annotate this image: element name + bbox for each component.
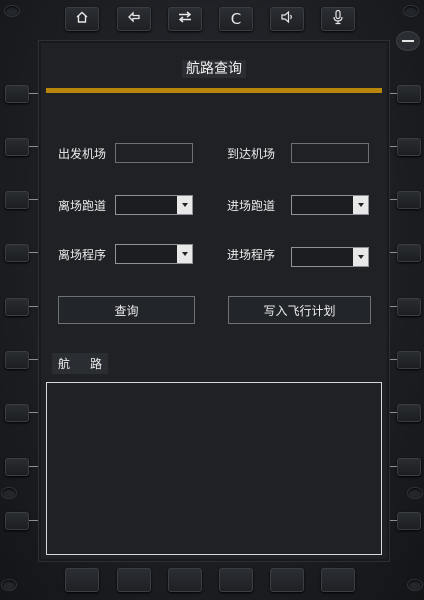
route-label-part2: 路 xyxy=(90,357,103,371)
lsk-right-9[interactable] xyxy=(397,512,421,530)
bottom-key-3[interactable] xyxy=(168,568,202,592)
arrival-runway-label: 进场跑道 xyxy=(227,199,276,213)
lsk-left-4[interactable] xyxy=(5,244,29,262)
back-icon xyxy=(127,10,141,28)
departure-airport-label: 出发机场 xyxy=(58,147,107,161)
chevron-down-icon xyxy=(177,196,192,214)
volume-button[interactable] xyxy=(270,7,304,31)
departure-procedure-select[interactable] xyxy=(115,244,193,264)
back-button[interactable] xyxy=(117,7,151,31)
query-button[interactable]: 查询 xyxy=(58,296,195,324)
lsk-left-2[interactable] xyxy=(5,138,29,156)
lsk-right-3[interactable] xyxy=(397,191,421,209)
page-title: 航路查询 xyxy=(39,58,389,78)
cdu-screen: 航路查询 出发机场 到达机场 离场跑道 进场跑道 离场程序 进场程序 查询 写入… xyxy=(38,40,390,562)
screw xyxy=(2,488,16,498)
lsk-right-8[interactable] xyxy=(397,458,421,476)
route-display-box[interactable] xyxy=(46,382,382,555)
lsk-left-1[interactable] xyxy=(5,85,29,103)
page-title-text: 航路查询 xyxy=(182,60,246,78)
screw xyxy=(5,6,19,16)
swap-button[interactable] xyxy=(168,7,202,31)
arrival-airport-input[interactable] xyxy=(291,143,369,163)
bottom-key-1[interactable] xyxy=(65,568,99,592)
brightness-minus-button[interactable] xyxy=(396,31,420,51)
home-button[interactable] xyxy=(65,7,99,31)
arrival-procedure-label: 进场程序 xyxy=(227,248,276,262)
chevron-down-icon xyxy=(353,196,368,214)
screw xyxy=(2,580,16,590)
home-icon xyxy=(75,10,89,28)
bottom-key-2[interactable] xyxy=(117,568,151,592)
route-label: 航路 xyxy=(52,353,109,374)
write-flight-plan-button[interactable]: 写入飞行计划 xyxy=(228,296,371,324)
lsk-right-2[interactable] xyxy=(397,138,421,156)
bottom-key-5[interactable] xyxy=(270,568,304,592)
route-label-part1: 航 xyxy=(58,357,71,371)
lsk-left-8[interactable] xyxy=(5,458,29,476)
title-accent-bar xyxy=(46,88,382,93)
bottom-key-4[interactable] xyxy=(219,568,253,592)
lsk-left-7[interactable] xyxy=(5,404,29,422)
departure-runway-label: 离场跑道 xyxy=(58,199,107,213)
arrival-airport-label: 到达机场 xyxy=(227,147,276,161)
lsk-left-3[interactable] xyxy=(5,191,29,209)
mic-button[interactable] xyxy=(321,7,355,31)
chevron-down-icon xyxy=(353,248,368,266)
chevron-down-icon xyxy=(177,245,192,263)
departure-procedure-label: 离场程序 xyxy=(58,248,107,262)
lsk-right-5[interactable] xyxy=(397,298,421,316)
arrival-procedure-select[interactable] xyxy=(291,247,369,267)
lsk-left-5[interactable] xyxy=(5,298,29,316)
lsk-right-7[interactable] xyxy=(397,404,421,422)
screw xyxy=(404,6,418,16)
volume-icon xyxy=(280,10,294,28)
lsk-right-6[interactable] xyxy=(397,351,421,369)
clear-icon: C xyxy=(230,10,242,28)
departure-airport-input[interactable] xyxy=(115,143,193,163)
screw xyxy=(408,488,422,498)
lsk-left-9[interactable] xyxy=(5,512,29,530)
lsk-left-6[interactable] xyxy=(5,351,29,369)
bottom-key-6[interactable] xyxy=(321,568,355,592)
lsk-right-4[interactable] xyxy=(397,244,421,262)
lsk-right-1[interactable] xyxy=(397,85,421,103)
mic-icon xyxy=(331,9,345,29)
arrival-runway-select[interactable] xyxy=(291,195,369,215)
swap-icon xyxy=(177,10,193,28)
departure-runway-select[interactable] xyxy=(115,195,193,215)
clear-button[interactable]: C xyxy=(219,7,253,31)
screw xyxy=(408,580,422,590)
